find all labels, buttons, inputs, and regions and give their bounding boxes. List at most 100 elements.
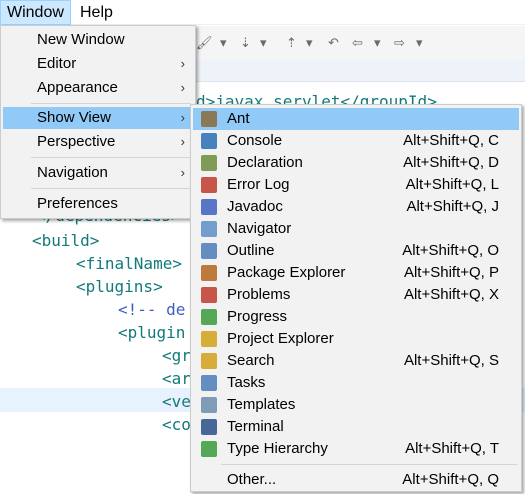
outline-icon <box>201 243 217 259</box>
show-view-item[interactable]: Error Log Alt+Shift+Q, L <box>193 174 519 196</box>
show-view-item-label: Javadoc <box>227 198 283 215</box>
menu-help[interactable]: Help <box>74 0 119 25</box>
menu-item-label: Preferences <box>37 195 118 212</box>
show-view-item-label: Ant <box>227 110 250 127</box>
console-icon <box>201 133 217 149</box>
show-view-item-shortcut: Alt+Shift+Q, S <box>403 352 499 369</box>
menu-item-editor[interactable]: Editor › <box>3 53 193 75</box>
code-line-plugin: <plugin <box>118 323 186 342</box>
forward-icon[interactable]: ⇨ <box>394 34 405 52</box>
show-view-item[interactable]: Search Alt+Shift+Q, S <box>193 350 519 372</box>
menu-item-label: Navigation <box>37 164 108 181</box>
menu-separator <box>221 464 517 465</box>
prev-annotation-icon[interactable]: ⇡ <box>286 34 297 52</box>
show-view-item[interactable]: Problems Alt+Shift+Q, X <box>193 284 519 306</box>
menu-item-label: Show View <box>37 109 111 126</box>
show-view-item[interactable]: Tasks <box>193 372 519 394</box>
dropdown-arrow-icon-4[interactable]: ▾ <box>374 34 381 52</box>
show-view-item[interactable]: Outline Alt+Shift+Q, O <box>193 240 519 262</box>
show-view-item-shortcut: Alt+Shift+Q, X <box>403 286 499 303</box>
show-view-item-label: Declaration <box>227 154 303 171</box>
code-line-gr: <gr <box>162 346 191 365</box>
show-view-item-shortcut: Alt+Shift+Q, O <box>402 242 499 259</box>
terminal-icon <box>201 419 217 435</box>
declaration-icon <box>201 155 217 171</box>
menu-item-label: Editor <box>37 55 77 72</box>
type-hierarchy-icon <box>201 441 217 457</box>
show-view-item-shortcut: Alt+Shift+Q, P <box>403 264 499 281</box>
show-view-item[interactable]: Declaration Alt+Shift+Q, D <box>193 152 519 174</box>
problems-icon <box>201 287 217 303</box>
package-explorer-icon <box>201 265 217 281</box>
show-view-item-other[interactable]: Other... Alt+Shift+Q, Q <box>193 469 519 491</box>
chevron-right-icon: › <box>180 56 185 71</box>
brush-icon[interactable]: 🖌 <box>196 34 213 52</box>
progress-icon <box>201 309 217 325</box>
show-view-item-label: Console <box>227 132 283 149</box>
show-view-item[interactable]: Package Explorer Alt+Shift+Q, P <box>193 262 519 284</box>
menubar: Window Help <box>0 0 525 25</box>
show-view-item[interactable]: Type Hierarchy Alt+Shift+Q, T <box>193 438 519 460</box>
code-line-finalname: <finalName> <box>76 254 182 273</box>
show-view-item-shortcut: Alt+Shift+Q, C <box>403 132 499 149</box>
show-view-item[interactable]: Terminal <box>193 416 519 438</box>
show-view-item-shortcut: Alt+Shift+Q, D <box>403 154 499 171</box>
toolbar: 🖌 ▾ ⇣ ▾ ⇡ ▾ ↶ ⇦ ▾ ⇨ ▾ <box>190 26 525 60</box>
show-view-item-shortcut: Alt+Shift+Q, J <box>406 198 499 215</box>
menu-item-preferences[interactable]: Preferences <box>3 193 193 215</box>
navigator-icon <box>201 221 217 237</box>
project-explorer-icon <box>201 331 217 347</box>
templates-icon <box>201 397 217 413</box>
ant-icon <box>201 111 217 127</box>
menu-item-appearance[interactable]: Appearance › <box>3 77 193 99</box>
show-view-item[interactable]: Ant <box>193 108 519 130</box>
annotation-nav-icon[interactable]: ⇣ <box>240 34 251 52</box>
show-view-item-label: Project Explorer <box>227 330 334 347</box>
menu-separator <box>31 103 191 104</box>
editor-tab-strip <box>190 60 525 82</box>
show-view-item-label: Error Log <box>227 176 290 193</box>
show-view-item-shortcut: Alt+Shift+Q, Q <box>402 471 499 488</box>
code-line-ve: <ve <box>162 392 191 411</box>
code-line-ar: <ar <box>162 369 191 388</box>
dropdown-arrow-icon-3[interactable]: ▾ <box>306 34 313 52</box>
show-view-item-label: Progress <box>227 308 288 325</box>
chevron-right-icon: › <box>180 80 185 95</box>
tasks-icon <box>201 375 217 391</box>
show-view-item[interactable]: Templates <box>193 394 519 416</box>
show-view-item-label: Outline <box>227 242 275 259</box>
chevron-right-icon: › <box>180 110 185 125</box>
menu-item-show-view[interactable]: Show View › <box>3 107 193 129</box>
show-view-item-label: Other... <box>227 471 277 488</box>
code-line-comment: <!-- de <box>118 300 186 319</box>
error-log-icon <box>201 177 217 193</box>
menu-item-perspective[interactable]: Perspective › <box>3 131 193 153</box>
show-view-item-shortcut: Alt+Shift+Q, L <box>405 176 499 193</box>
show-view-item-label: Type Hierarchy <box>227 440 328 457</box>
dropdown-arrow-icon-5[interactable]: ▾ <box>416 34 423 52</box>
menu-item-new-window[interactable]: New Window <box>3 29 193 51</box>
show-view-item[interactable]: Project Explorer <box>193 328 519 350</box>
last-edit-icon[interactable]: ↶ <box>328 34 339 52</box>
show-view-submenu: Ant Console Alt+Shift+Q, C Declaration Alt+S… <box>190 104 522 492</box>
code-line-plugins: <plugins> <box>76 277 163 296</box>
menu-item-navigation[interactable]: Navigation › <box>3 162 193 184</box>
menu-window[interactable]: Window <box>0 0 71 25</box>
menu-item-label: Appearance <box>37 79 118 96</box>
dropdown-arrow-icon-2[interactable]: ▾ <box>260 34 267 52</box>
show-view-item[interactable]: Navigator <box>193 218 519 240</box>
dropdown-arrow-icon[interactable]: ▾ <box>220 34 227 52</box>
show-view-item[interactable]: Progress <box>193 306 519 328</box>
back-icon[interactable]: ⇦ <box>352 34 363 52</box>
show-view-item[interactable]: Javadoc Alt+Shift+Q, J <box>193 196 519 218</box>
show-view-item[interactable]: Console Alt+Shift+Q, C <box>193 130 519 152</box>
show-view-item-label: Templates <box>227 396 296 413</box>
menu-item-label: Perspective <box>37 133 116 150</box>
show-view-item-label: Terminal <box>227 418 284 435</box>
show-view-item-label: Search <box>227 352 275 369</box>
chevron-right-icon: › <box>180 165 185 180</box>
search-icon <box>201 353 217 369</box>
javadoc-icon <box>201 199 217 215</box>
chevron-right-icon: › <box>180 134 185 149</box>
menu-separator <box>31 157 191 158</box>
